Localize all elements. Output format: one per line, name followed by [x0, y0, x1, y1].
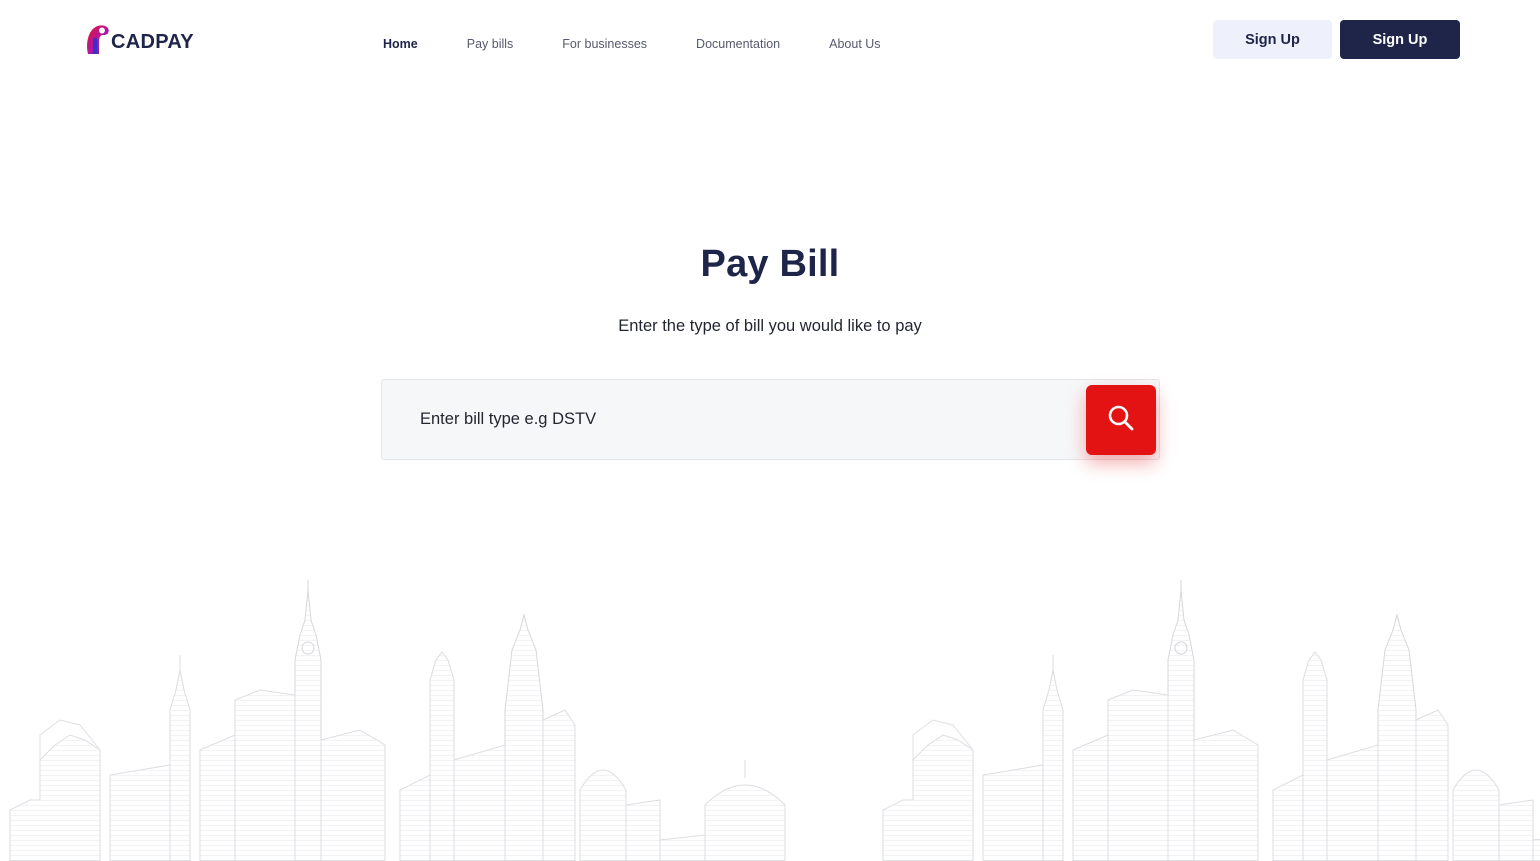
nav-item-for-businesses[interactable]: For businesses [562, 37, 647, 51]
page-subtitle: Enter the type of bill you would like to… [618, 317, 922, 335]
nav-item-about-us[interactable]: About Us [829, 37, 880, 51]
main-nav: Home Pay bills For businesses Documentat… [383, 35, 930, 53]
nav-item-home[interactable]: Home [383, 37, 418, 51]
city-skyline-sketch-icon [0, 560, 1540, 861]
cadpay-logo[interactable]: CADPAY [85, 24, 194, 56]
page-title: Pay Bill [700, 243, 840, 285]
top-navigation-bar: CADPAY Home Pay bills For businesses Doc… [0, 0, 1540, 86]
nav-item-documentation[interactable]: Documentation [696, 37, 780, 51]
sign-up-secondary-button[interactable]: Sign Up [1213, 20, 1332, 59]
pay-bill-page: CADPAY Home Pay bills For businesses Doc… [0, 0, 1540, 861]
sign-up-primary-button[interactable]: Sign Up [1340, 20, 1460, 59]
logo-text: CADPAY [111, 31, 194, 53]
nav-item-pay-bills[interactable]: Pay bills [467, 37, 514, 51]
bill-type-search-input[interactable] [420, 408, 1060, 430]
search-icon [1107, 404, 1135, 437]
cadpay-logo-icon [85, 24, 111, 56]
bill-search-bar [381, 379, 1160, 460]
search-button[interactable] [1086, 385, 1156, 455]
